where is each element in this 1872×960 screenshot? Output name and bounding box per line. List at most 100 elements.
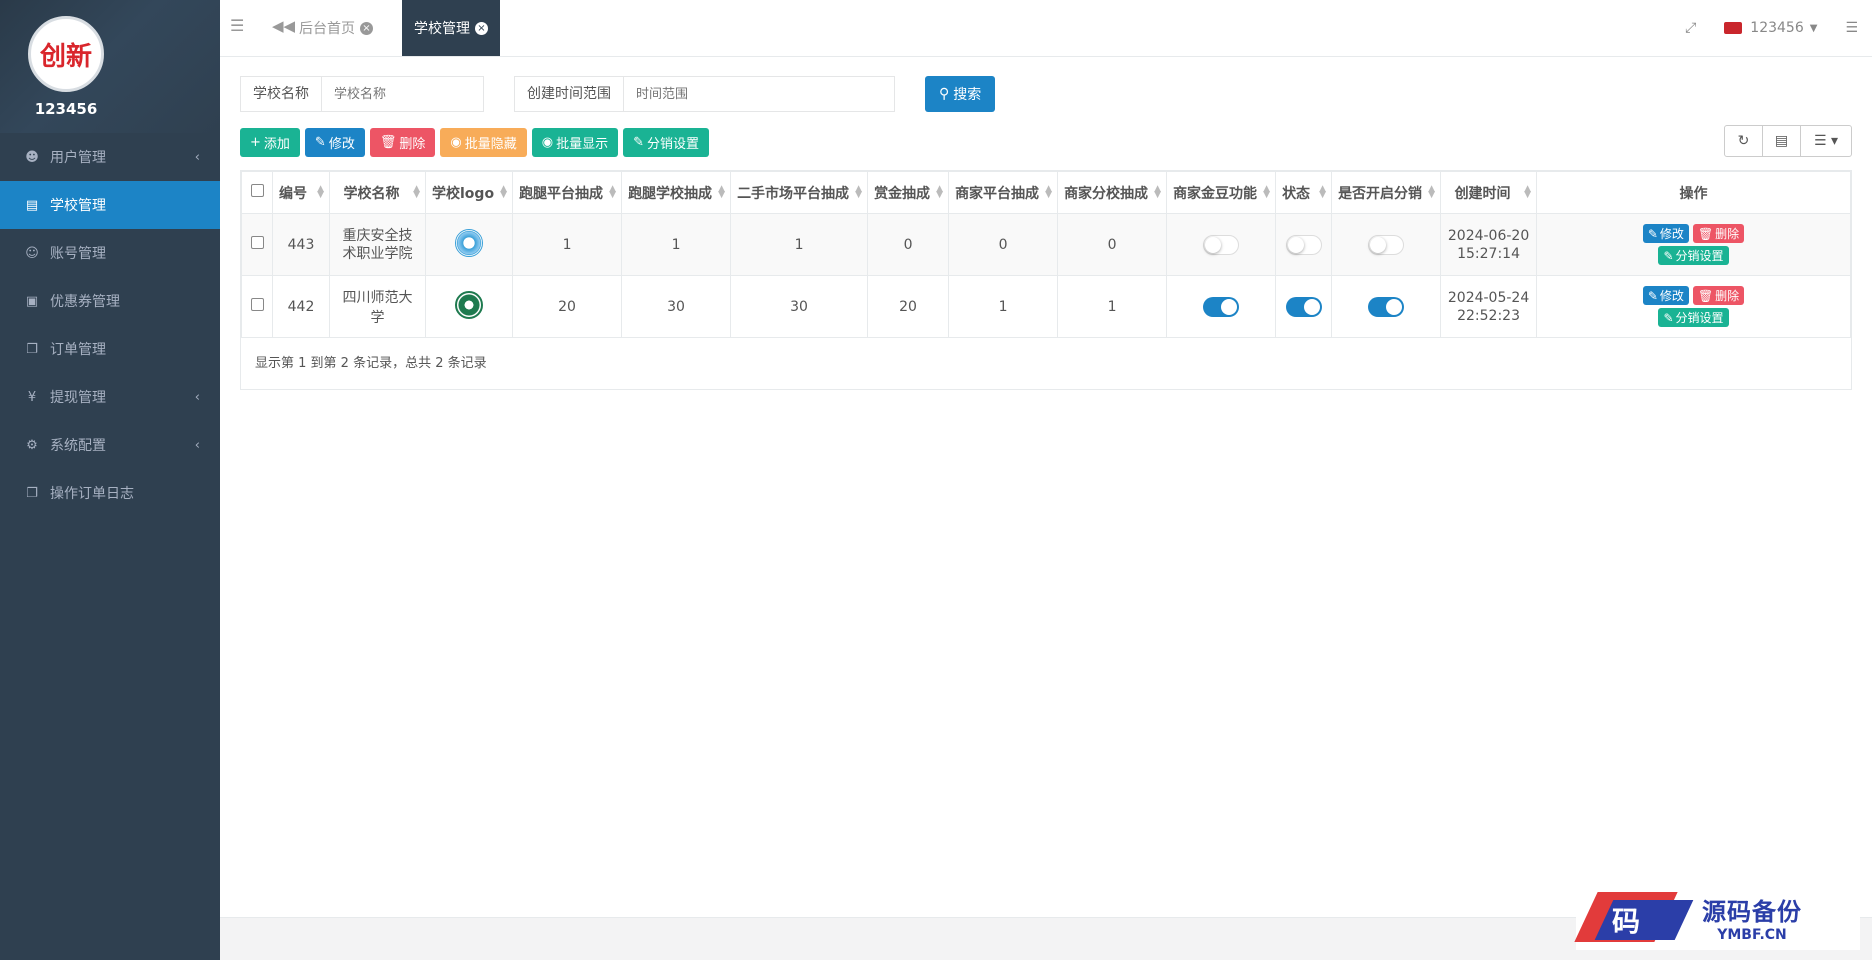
sidebar-item-withdraw[interactable]: ¥ 提现管理 ‹ xyxy=(0,373,220,421)
cell-school-name: 重庆安全技术职业学院 xyxy=(329,213,426,276)
sidebar-item-accounts[interactable]: ☺ 账号管理 xyxy=(0,229,220,277)
watermark-cn: 源码备份 xyxy=(1702,896,1802,926)
created-date: 2024-05-24 xyxy=(1447,289,1530,306)
plus-icon: + xyxy=(250,135,261,150)
sidebar-item-order-log[interactable]: ❐ 操作订单日志 xyxy=(0,469,220,517)
edit-icon: ✎ xyxy=(633,135,644,150)
toggle-view-icon[interactable]: ▤ xyxy=(1763,126,1801,156)
select-all-checkbox[interactable] xyxy=(250,184,264,197)
col-created-time[interactable]: 创建时间 ▲ ▼ xyxy=(1440,171,1538,214)
cell-logo xyxy=(424,213,514,276)
close-icon[interactable]: × xyxy=(475,21,488,35)
sort-icon: ▲ ▼ xyxy=(1319,184,1327,200)
cell-created-time: 2024-06-20 15:27:14 xyxy=(1440,213,1538,276)
row-checkbox[interactable] xyxy=(250,298,264,311)
row-distribution-button[interactable]: ✎ 分销设置 xyxy=(1658,308,1729,327)
row-checkbox[interactable] xyxy=(250,236,264,249)
cell-market-platform: 30 xyxy=(730,275,869,338)
distribution-toggle[interactable] xyxy=(1368,234,1405,255)
school-name-label: 学校名称 xyxy=(241,77,322,111)
cell-actions: ✎ 修改 🗑 删除 ✎ 分销设置 xyxy=(1536,213,1851,276)
delete-button[interactable]: 🗑 删除 xyxy=(369,128,436,157)
edit-button[interactable]: ✎ 修改 xyxy=(304,128,365,157)
col-label: 编号 xyxy=(279,185,307,202)
gear-icon: ⚙ xyxy=(26,437,38,453)
sidebar-item-system[interactable]: ⚙ 系统配置 ‹ xyxy=(0,421,220,469)
table-row[interactable]: 442 四川师范大学 20 30 30 20 1 1 2024-05-24 22… xyxy=(241,275,1851,338)
toggle-knob xyxy=(1221,298,1238,315)
distribution-settings-button[interactable]: ✎ 分销设置 xyxy=(623,128,710,157)
add-label: 添加 xyxy=(263,137,290,152)
tab-label: 后台首页 xyxy=(299,21,355,37)
bean-toggle[interactable] xyxy=(1203,296,1240,317)
sidebar-item-schools[interactable]: ▤ 学校管理 xyxy=(0,181,220,229)
sidebar-item-orders[interactable]: ❐ 订单管理 xyxy=(0,325,220,373)
row-edit-button[interactable]: ✎ 修改 xyxy=(1642,224,1689,243)
created-date: 2024-06-20 xyxy=(1447,227,1530,244)
col-id[interactable]: 编号 ▲ ▼ xyxy=(272,171,330,214)
file-icon: ▤ xyxy=(25,197,39,213)
row-select-cell xyxy=(241,275,273,338)
close-icon[interactable]: × xyxy=(360,21,373,35)
cell-id: 443 xyxy=(272,213,330,276)
avatar[interactable]: 创新 xyxy=(28,16,104,92)
sidebar-item-coupons[interactable]: ▣ 优惠券管理 xyxy=(0,277,220,325)
sidebar-item-users[interactable]: ☻ 用户管理 ‹ xyxy=(0,133,220,181)
col-market-platform[interactable]: 二手市场平台抽成 ▲ ▼ xyxy=(730,171,869,214)
row-delete-button[interactable]: 🗑 删除 xyxy=(1692,286,1745,305)
col-errand-school[interactable]: 跑腿学校抽成 ▲ ▼ xyxy=(621,171,732,214)
col-merchant-school[interactable]: 商家分校抽成 ▲ ▼ xyxy=(1057,171,1168,214)
col-label: 商家分校抽成 xyxy=(1064,185,1149,202)
sidebar-menu: ☻ 用户管理 ‹ ▤ 学校管理 ☺ 账号管理 ▣ 优惠券管理 ❐ 订单管理 ¥ … xyxy=(0,133,220,517)
menu-toggle-icon[interactable]: ☰ xyxy=(230,16,244,35)
copy-icon: ❐ xyxy=(26,485,38,501)
row-edit-button[interactable]: ✎ 修改 xyxy=(1642,286,1689,305)
row-actions: ✎ 修改 🗑 删除 ✎ 分销设置 xyxy=(1537,224,1850,265)
sidebar-item-label: 账号管理 xyxy=(50,246,106,262)
batch-hide-button[interactable]: ◉ 批量隐藏 xyxy=(440,128,527,157)
row-distribution-button[interactable]: ✎ 分销设置 xyxy=(1658,246,1729,265)
bean-toggle[interactable] xyxy=(1203,234,1240,255)
col-merchant-platform[interactable]: 商家平台抽成 ▲ ▼ xyxy=(948,171,1059,214)
time-range-input[interactable] xyxy=(624,77,884,111)
pencil-icon: ✎ xyxy=(314,135,326,150)
search-button[interactable]: ⚲ 搜索 xyxy=(925,76,996,112)
add-button[interactable]: + 添加 xyxy=(240,128,300,157)
col-label: 操作 xyxy=(1679,185,1708,202)
distribution-toggle[interactable] xyxy=(1368,296,1405,317)
batch-hide-label: 批量隐藏 xyxy=(464,137,517,152)
row-edit-label: 修改 xyxy=(1659,289,1684,303)
chevron-left-icon: ‹ xyxy=(194,437,200,453)
user-menu[interactable]: 123456 ▼ xyxy=(1724,20,1817,36)
sort-icon: ▲ ▼ xyxy=(1045,184,1053,200)
table-row[interactable]: 443 重庆安全技术职业学院 1 1 1 0 0 0 2024-06-20 15… xyxy=(241,213,1851,276)
status-toggle[interactable] xyxy=(1285,296,1322,317)
columns-icon[interactable]: ☰ ▾ xyxy=(1801,126,1851,156)
school-name-input[interactable] xyxy=(322,77,482,111)
tab-label: 学校管理 xyxy=(414,21,470,37)
col-errand-platform[interactable]: 跑腿平台抽成 ▲ ▼ xyxy=(512,171,623,214)
cell-bounty: 20 xyxy=(867,275,950,338)
tab-school-management[interactable]: 学校管理 × xyxy=(402,0,500,56)
search-button-label: 搜索 xyxy=(953,87,982,103)
row-delete-button[interactable]: 🗑 删除 xyxy=(1692,224,1745,243)
col-school-logo[interactable]: 学校logo ▲ ▼ xyxy=(424,171,514,214)
status-toggle[interactable] xyxy=(1285,234,1322,255)
cell-bean xyxy=(1166,275,1277,338)
cell-status xyxy=(1275,275,1333,338)
col-status[interactable]: 状态 ▲ ▼ xyxy=(1275,171,1333,214)
batch-show-button[interactable]: ◉ 批量显示 xyxy=(531,128,619,157)
col-bounty[interactable]: 赏金抽成 ▲ ▼ xyxy=(867,171,950,214)
col-school-name[interactable]: 学校名称 ▲ ▼ xyxy=(329,171,426,214)
tab-home[interactable]: 后台首页 × xyxy=(287,0,385,56)
refresh-icon[interactable]: ↻ xyxy=(1725,126,1763,156)
col-merchant-bean[interactable]: 商家金豆功能 ▲ ▼ xyxy=(1166,171,1277,214)
sidebar-item-label: 学校管理 xyxy=(50,198,106,214)
cell-market-platform: 1 xyxy=(730,213,869,276)
col-distribution[interactable]: 是否开启分销 ▲ ▼ xyxy=(1331,171,1442,214)
fullscreen-icon[interactable]: ⤢ xyxy=(1685,20,1696,36)
toggle-knob xyxy=(1205,236,1222,253)
settings-panel-icon[interactable]: ☰ xyxy=(1845,20,1858,36)
copy-icon: ❐ xyxy=(26,341,38,357)
col-label: 学校logo xyxy=(432,185,495,202)
